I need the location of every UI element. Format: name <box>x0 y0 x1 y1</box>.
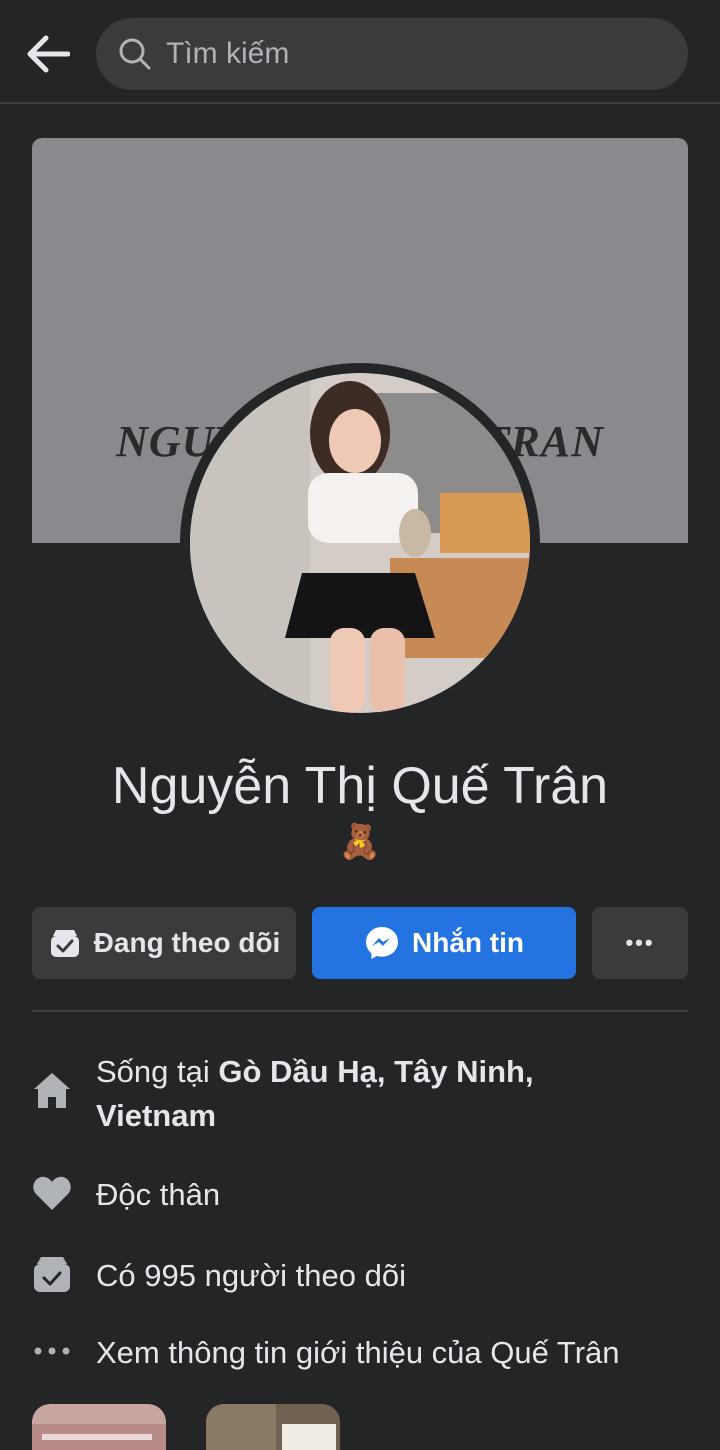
more-options-button[interactable]: ••• <box>592 907 688 979</box>
search-bar[interactable] <box>96 18 688 90</box>
profile-avatar[interactable] <box>180 363 540 723</box>
info-lives-text: Sống tại Gò Dầu Hạ, Tây Ninh, Vietnam <box>96 1050 576 1138</box>
featured-thumbnail-1[interactable] <box>32 1404 166 1450</box>
message-label: Nhắn tin <box>412 927 524 958</box>
search-icon <box>119 38 151 70</box>
top-bar <box>0 0 720 104</box>
info-followers-text: Có 995 người theo dõi <box>96 1258 406 1293</box>
followers-icon <box>32 1254 72 1294</box>
profile-name: Nguyễn Thị Quế Trân <box>111 757 609 815</box>
home-icon <box>32 1070 72 1110</box>
info-followers[interactable]: Có 995 người theo dõi <box>32 1254 688 1298</box>
back-arrow-icon <box>27 35 70 73</box>
following-label: Đang theo dõi <box>93 927 281 958</box>
messenger-icon <box>364 925 400 961</box>
search-input[interactable] <box>166 37 646 71</box>
follow-check-icon <box>48 926 82 960</box>
message-button[interactable]: Nhắn tin <box>312 907 576 979</box>
more-dots-icon: ••• <box>625 930 655 955</box>
info-see-about-text: Xem thông tin giới thiệu của Quế Trân <box>96 1335 620 1370</box>
more-dots-icon <box>32 1331 72 1371</box>
info-relationship-text: Độc thân <box>96 1177 221 1212</box>
info-lives-prefix: Sống tại <box>96 1054 219 1089</box>
avatar-photo <box>190 373 530 713</box>
section-divider <box>32 1010 688 1012</box>
profile-bio: 🧸 <box>338 823 382 861</box>
back-button[interactable] <box>22 30 74 78</box>
following-button[interactable]: Đang theo dõi <box>32 907 296 979</box>
featured-thumbnail-2[interactable] <box>206 1404 340 1450</box>
heart-icon <box>32 1173 72 1213</box>
info-lives-in: Sống tại Gò Dầu Hạ, Tây Ninh, Vietnam <box>32 1050 688 1138</box>
info-relationship: Độc thân <box>32 1173 688 1217</box>
info-see-about[interactable]: Xem thông tin giới thiệu của Quế Trân <box>32 1331 688 1375</box>
